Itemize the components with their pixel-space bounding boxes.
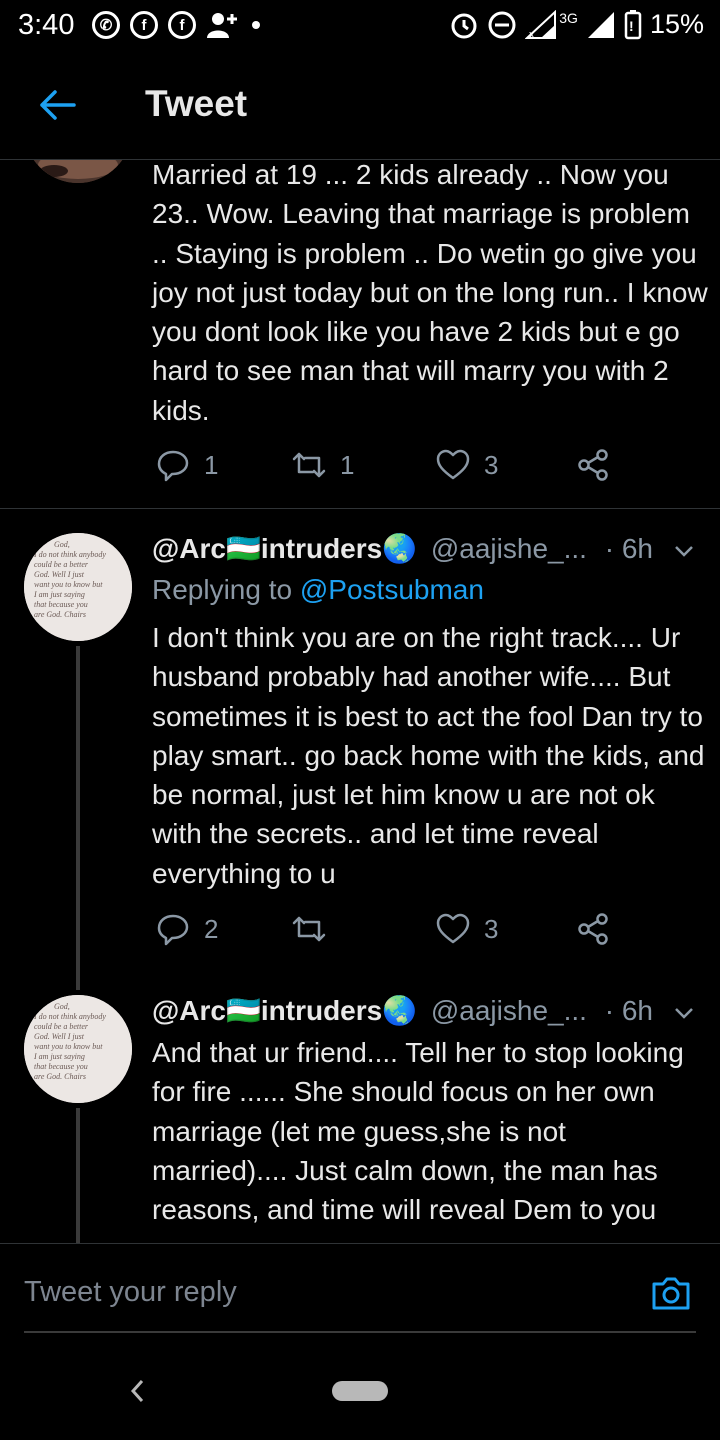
page-title: Tweet	[145, 83, 248, 124]
chevron-down-icon[interactable]	[674, 541, 694, 561]
home-pill[interactable]	[332, 1381, 388, 1401]
retweet-icon	[292, 916, 326, 942]
like-count: 3	[484, 913, 499, 944]
svg-text:are God. Chairs: are God. Chairs	[34, 610, 86, 619]
tweet-text: And that ur friend.... Tell her to stop …	[152, 1037, 684, 1226]
svg-text:God,: God,	[54, 540, 70, 549]
reply-bar: Tweet your reply	[0, 1243, 720, 1334]
svg-text:I do not think anybody: I do not think anybody	[33, 1012, 106, 1021]
like-button[interactable]: 3	[436, 912, 498, 946]
like-count: 3	[484, 449, 499, 480]
reply-icon	[157, 450, 189, 482]
svg-text:want you to know but: want you to know but	[34, 1042, 103, 1051]
tweet-header: @Arc🇺🇿intruders🌏 @aajishe_... · 6h	[152, 994, 708, 1034]
reply-button[interactable]: 2	[156, 912, 218, 946]
share-icon	[578, 449, 608, 481]
svg-text:I do not think anybody: I do not think anybody	[33, 550, 106, 559]
svg-text:God,: God,	[54, 1002, 70, 1011]
notification-icons: ✆ f f	[92, 10, 260, 40]
tweet-time: · 6h	[604, 995, 653, 1026]
do-not-disturb-icon	[488, 11, 516, 38]
tweet-text: I don't think you are on the right track…	[152, 622, 705, 889]
reply-input-underline	[24, 1331, 696, 1333]
retweet-count: 1	[340, 449, 355, 480]
heart-icon	[436, 449, 470, 480]
heart-icon	[436, 913, 470, 944]
share-button[interactable]	[576, 912, 610, 946]
tweet-time: · 6h	[604, 533, 653, 564]
avatar[interactable]	[24, 160, 132, 183]
alarm-icon	[451, 13, 477, 38]
retweet-icon	[292, 452, 326, 478]
battery-percent: 15%	[649, 9, 704, 39]
tweet-actions: 2 3	[152, 912, 632, 952]
dot-icon	[252, 21, 260, 29]
tweet-divider	[0, 508, 720, 509]
avatar[interactable]: God, I do not think anybody could be a b…	[24, 533, 132, 641]
reply-count: 1	[204, 449, 219, 480]
svg-text:God. Well I just: God. Well I just	[34, 570, 85, 579]
reply-input[interactable]: Tweet your reply	[24, 1276, 237, 1309]
svg-text:that because you: that because you	[34, 1062, 88, 1071]
user-handle[interactable]: @aajishe_...	[431, 995, 587, 1026]
facebook-icon: f	[168, 11, 196, 39]
replying-to: Replying to @Postsubman	[152, 574, 484, 606]
svg-text:want you to know but: want you to know but	[34, 580, 103, 589]
reply-icon	[157, 914, 189, 946]
reply-button[interactable]: 1	[156, 448, 218, 482]
thread-line	[76, 646, 80, 990]
svg-text:I am just saying: I am just saying	[33, 590, 85, 599]
tweet-actions: 1 1 3	[152, 448, 632, 488]
replying-to-link[interactable]: @Postsubman	[300, 574, 484, 605]
svg-text:could be a better: could be a better	[34, 560, 89, 569]
svg-text:that because you: that because you	[34, 600, 88, 609]
back-arrow-icon[interactable]	[38, 85, 78, 125]
display-name[interactable]: @Arc🇺🇿intruders🌏	[152, 995, 417, 1026]
chevron-down-icon[interactable]	[674, 1003, 694, 1023]
retweet-button[interactable]	[292, 912, 326, 946]
share-icon	[578, 913, 608, 945]
reply-count: 2	[204, 913, 219, 944]
system-status-icons: x 3G ! 15%	[449, 9, 704, 40]
tweet-header: @Arc🇺🇿intruders🌏 @aajishe_... · 6h	[152, 532, 708, 572]
tweet-text: Married at 19 ... 2 kids already .. Now …	[152, 160, 708, 426]
user-handle[interactable]: @aajishe_...	[431, 533, 587, 564]
facebook-icon: f	[130, 11, 158, 39]
svg-text:x: x	[529, 29, 535, 40]
status-bar: 3:40 ✆ f f x 3G ! 15%	[0, 0, 720, 50]
battery-icon: !	[624, 9, 642, 39]
display-name[interactable]: @Arc🇺🇿intruders🌏	[152, 533, 417, 564]
network-label: 3G	[559, 9, 578, 26]
whatsapp-icon: ✆	[92, 11, 120, 39]
top-bar: Tweet	[0, 55, 720, 160]
svg-text:could be a better: could be a better	[34, 1022, 89, 1031]
like-button[interactable]: 3	[436, 448, 498, 482]
tweet-thread[interactable]: Married at 19 ... 2 kids already .. Now …	[0, 160, 720, 1243]
avatar[interactable]: God, I do not think anybody could be a b…	[24, 995, 132, 1103]
svg-text:I am just saying: I am just saying	[33, 1052, 85, 1061]
signal-icon	[587, 11, 614, 38]
camera-icon[interactable]	[650, 1272, 692, 1314]
nav-back-icon[interactable]	[128, 1378, 148, 1404]
thread-line	[76, 1108, 80, 1243]
svg-text:!: !	[629, 18, 634, 34]
replying-to-prefix: Replying to	[152, 574, 300, 605]
share-button[interactable]	[576, 448, 610, 482]
add-user-icon	[207, 13, 237, 38]
status-time: 3:40	[18, 9, 75, 41]
svg-text:are God. Chairs: are God. Chairs	[34, 1072, 86, 1081]
svg-text:God. Well I just: God. Well I just	[34, 1032, 85, 1041]
signal-icon: x	[525, 9, 557, 40]
retweet-button[interactable]: 1	[292, 448, 354, 482]
